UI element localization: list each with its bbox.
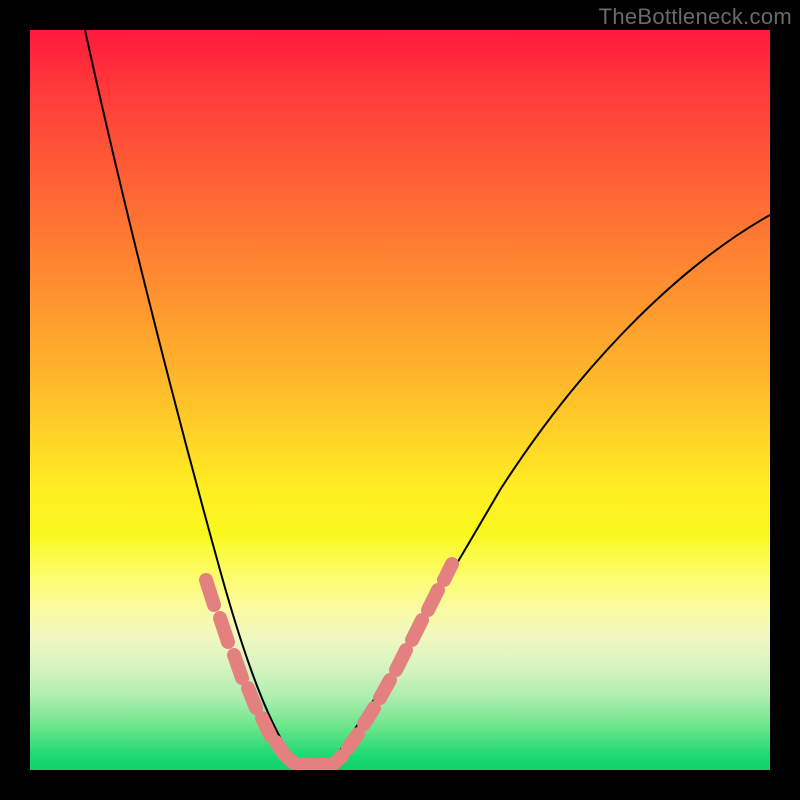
highlight-dots-left bbox=[206, 580, 312, 765]
plot-area bbox=[30, 30, 770, 770]
curve-left-branch bbox=[85, 30, 298, 765]
watermark-text: TheBottleneck.com bbox=[599, 4, 792, 30]
chart-frame: TheBottleneck.com bbox=[0, 0, 800, 800]
bottleneck-curve bbox=[30, 30, 770, 770]
highlight-dots-right bbox=[332, 564, 452, 765]
